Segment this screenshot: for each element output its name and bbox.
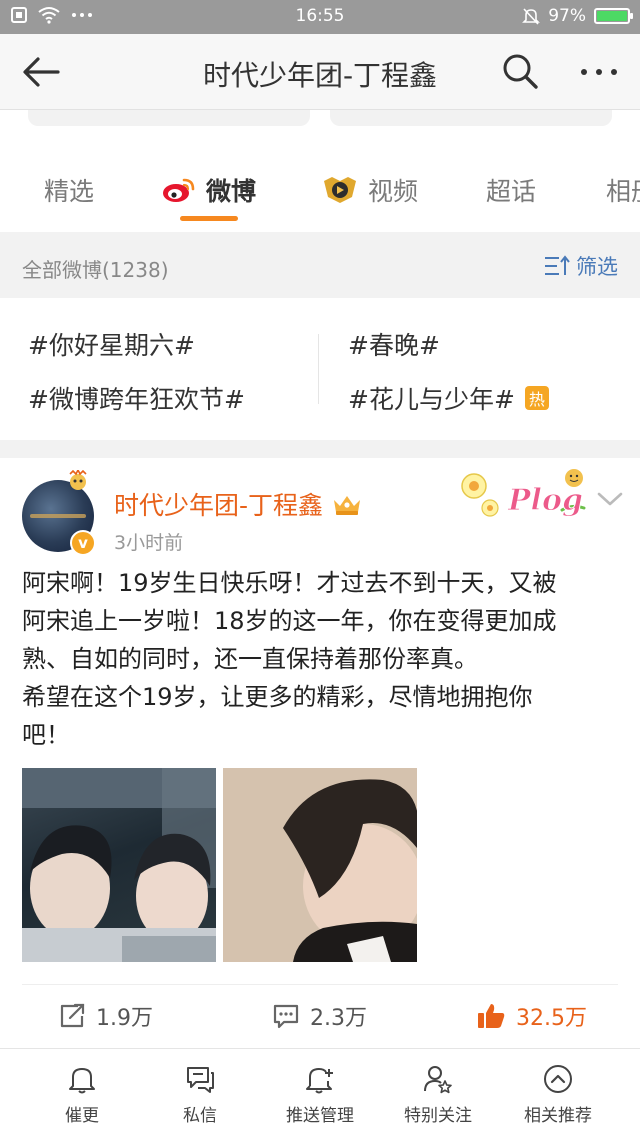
portrait-photo-image (223, 768, 417, 962)
post-photo[interactable] (223, 768, 417, 962)
nav-label: 推送管理 (286, 1106, 354, 1126)
user-star-icon (424, 1066, 452, 1094)
bell-plus-icon (306, 1067, 333, 1094)
nav-label: 催更 (65, 1106, 99, 1126)
post-text-line: 吧！ (22, 721, 70, 749)
topic-label: #花儿与少年# (348, 385, 515, 414)
nav-related-recommend[interactable]: 相关推荐 (498, 1063, 618, 1126)
tab-video[interactable]: 视频 (322, 172, 418, 208)
battery-percent: 97% (548, 6, 586, 26)
nav-label: 特别关注 (404, 1106, 472, 1126)
status-right: 97% (522, 6, 633, 26)
weibo-logo-icon (163, 178, 195, 202)
comment-button[interactable]: 2.3万 (272, 1000, 367, 1032)
topic-divider (318, 334, 319, 404)
status-bar: 16:55 97% (0, 0, 640, 34)
nav-label: 私信 (183, 1106, 217, 1126)
top-nav-bar: 时代少年团-丁程鑫 (0, 34, 640, 110)
scrolled-card-right (330, 110, 612, 126)
post-text-line: 熟、自如的同时，还一直保持着那份率真。 (22, 645, 478, 673)
selfie-photo-image (22, 768, 216, 962)
comment-count: 2.3万 (310, 1006, 367, 1031)
verified-badge: v (70, 530, 96, 556)
video-badge-icon (324, 177, 356, 203)
comment-icon (273, 1004, 299, 1029)
thumbs-up-icon (478, 1004, 505, 1028)
post-text-line: 阿宋啊！19岁生日快乐呀！才过去不到十天，又被 (22, 569, 557, 597)
weibo-post-card[interactable]: v 时代少年团-丁程鑫 3小时前 Plog 阿宋啊！19岁生日快乐呀！才过去不到… (0, 458, 640, 1048)
section-gap (0, 440, 640, 458)
author-name: 时代少年团-丁程鑫 (114, 491, 324, 520)
filter-label: 筛选 (576, 255, 618, 279)
topic-label: #微博跨年狂欢节# (28, 385, 245, 414)
profile-tabs: 精选 微博 视频 超话 相册 (0, 150, 640, 230)
tab-featured[interactable]: 精选 (44, 172, 94, 208)
page-title: 时代少年团-丁程鑫 (202, 59, 438, 92)
topic-list: #你好星期六# #春晚# #微博跨年狂欢节# #花儿与少年# 热 (0, 298, 640, 440)
scrolled-card-left (28, 110, 310, 126)
post-time: 3小时前 (114, 532, 184, 554)
topic-item[interactable]: #微博跨年狂欢节# (28, 380, 245, 416)
nav-special-follow[interactable]: 特别关注 (378, 1063, 498, 1126)
tab-label: 视频 (368, 177, 419, 206)
repost-button[interactable]: 1.9万 (58, 1000, 153, 1032)
avatar[interactable]: v (22, 470, 96, 556)
nav-push-settings[interactable]: 推送管理 (260, 1063, 380, 1126)
post-text-line: 希望在这个19岁，让更多的精彩，尽情地拥抱你 (22, 683, 533, 711)
like-count: 32.5万 (516, 1006, 587, 1031)
topic-item[interactable]: #春晚# (348, 326, 440, 362)
plog-text: Plog (507, 483, 583, 518)
chevron-down-icon[interactable] (596, 488, 624, 510)
avatar-decoration-icon (69, 470, 87, 490)
tab-label: 超话 (486, 177, 537, 206)
more-options-icon[interactable] (578, 54, 620, 90)
nav-private-message[interactable]: 私信 (140, 1063, 260, 1126)
bottom-toolbar: 催更 私信 推送管理 特别关注 相关推荐 (0, 1048, 640, 1138)
topic-label: #你好星期六# (28, 331, 195, 360)
topic-item[interactable]: #花儿与少年# 热 (348, 380, 549, 416)
repost-icon (60, 1003, 85, 1028)
tab-label: 精选 (44, 177, 95, 206)
plog-sticker: Plog (461, 469, 586, 519)
battery-icon (594, 8, 633, 24)
mute-bell-icon (522, 8, 541, 25)
tab-label: 微博 (206, 177, 257, 206)
chevron-up-circle-icon (544, 1065, 572, 1093)
tab-super-topic[interactable]: 超话 (486, 172, 536, 208)
bell-icon (69, 1068, 95, 1094)
hot-badge: 热 (524, 386, 549, 410)
repost-count: 1.9万 (96, 1006, 153, 1031)
tab-weibo[interactable]: 微博 (162, 172, 256, 208)
vip-crown-icon (334, 496, 361, 515)
search-icon[interactable] (500, 51, 540, 91)
post-count: 全部微博(1238) (22, 258, 169, 282)
tab-album[interactable]: 相册 (606, 172, 640, 208)
filter-icon (545, 255, 570, 275)
post-photo[interactable] (22, 768, 216, 962)
nav-label: 相关推荐 (524, 1106, 592, 1126)
like-button[interactable]: 32.5万 (476, 1000, 587, 1032)
tab-label: 相册 (606, 177, 640, 206)
post-author[interactable]: 时代少年团-丁程鑫 (114, 486, 363, 522)
active-tab-indicator (180, 216, 238, 221)
topic-item[interactable]: #你好星期六# (28, 326, 195, 362)
topic-label: #春晚# (348, 331, 440, 360)
post-text-line: 阿宋追上一岁啦！18岁的这一年，你在变得更加成 (22, 607, 557, 635)
message-icon (187, 1067, 214, 1093)
post-text: 阿宋啊！19岁生日快乐呀！才过去不到十天，又被 阿宋追上一岁啦！18岁的这一年，… (22, 564, 622, 754)
filter-button[interactable]: 筛选 (544, 251, 618, 281)
nav-urge-update[interactable]: 催更 (22, 1063, 142, 1126)
actions-divider (22, 984, 618, 985)
filter-bar: 全部微博(1238) 筛选 (0, 232, 640, 298)
